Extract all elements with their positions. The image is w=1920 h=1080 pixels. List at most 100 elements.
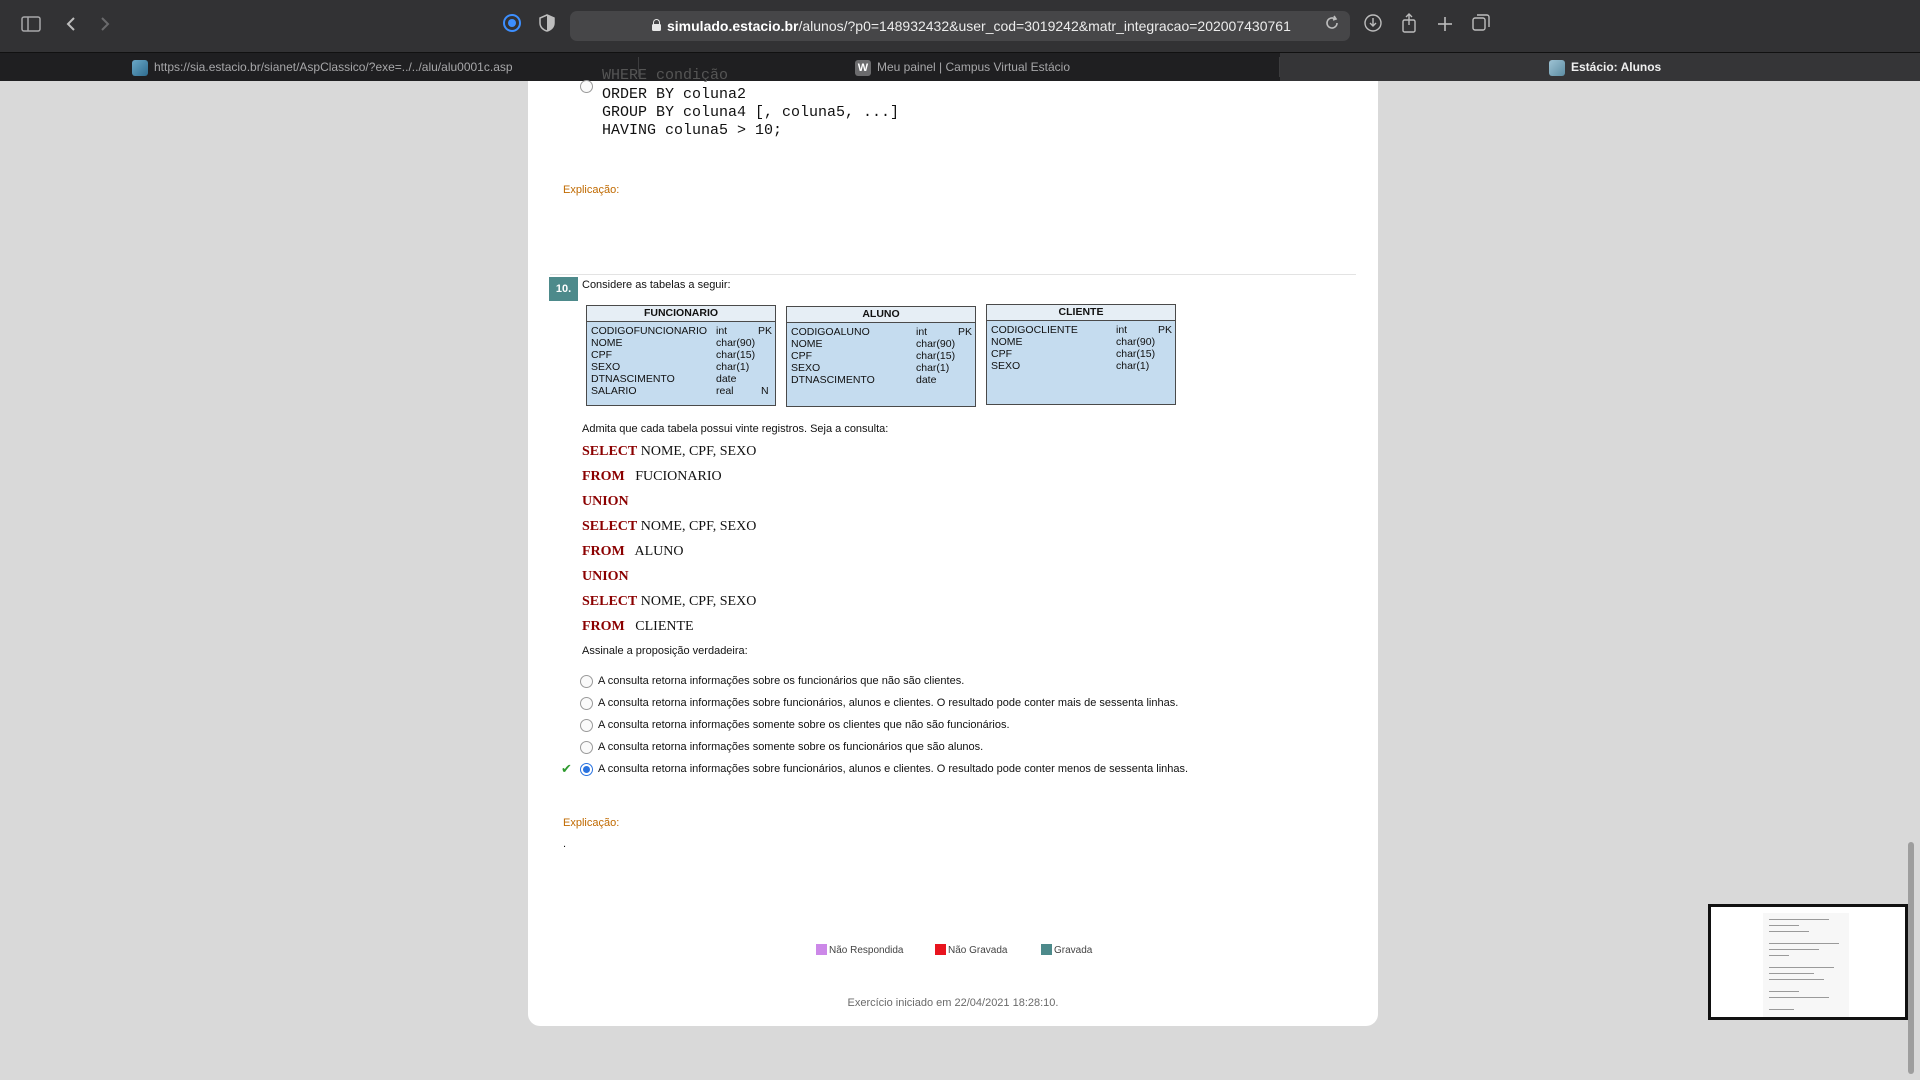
extension-icon[interactable] (499, 13, 525, 39)
column-type: char(1) (716, 361, 750, 373)
question-premise: Admita que cada tabela possui vinte regi… (582, 423, 889, 435)
tab-overview-icon[interactable] (1468, 13, 1494, 39)
question-instruction: Assinale a proposição verdadeira: (582, 645, 748, 657)
option-text-4[interactable]: A consulta retorna informações somente s… (598, 741, 983, 753)
explanation-label: Explicação: (563, 184, 620, 196)
column-name: NOME (791, 338, 823, 350)
option-text-5[interactable]: A consulta retorna informações sobre fun… (598, 763, 1188, 775)
browser-toolbar: simulado.estacio.br/alunos/?p0=148932432… (0, 0, 1920, 52)
code-line: GROUP BY coluna4 [, coluna5, ...] (602, 104, 900, 121)
column-name: CPF (991, 348, 1012, 360)
sql-line: UNION (582, 569, 629, 584)
column-name: SEXO (791, 362, 821, 374)
forward-icon[interactable] (92, 13, 118, 39)
column-type: char(15) (916, 350, 956, 362)
column-type: date (916, 374, 937, 386)
sidebar-toggle-icon[interactable] (18, 13, 44, 39)
sql-line: SELECT NOME, CPF, SEXO (582, 594, 757, 609)
page-thumbnail[interactable] (1708, 904, 1908, 1020)
legend-swatch (935, 944, 946, 955)
exercise-started-text: Exercício iniciado em 22/04/2021 18:28:1… (847, 997, 1059, 1009)
privacy-shield-icon[interactable] (534, 13, 560, 39)
tab-sia[interactable]: https://sia.estacio.br/sianet/AspClassic… (132, 53, 513, 81)
reload-icon[interactable] (1324, 15, 1340, 35)
lock-icon (652, 19, 661, 31)
column-name: CODIGOFUNCIONARIO (591, 325, 708, 337)
sql-line: UNION (582, 494, 629, 509)
table-aluno: ALUNO CODIGOALUNO int PK NOME char(90) C… (786, 306, 976, 407)
legend-item-nao-gravada: Não Gravada (935, 944, 1007, 956)
table-title: CLIENTE (987, 305, 1175, 321)
legend-swatch (1041, 944, 1052, 955)
column-key: PK (758, 325, 773, 337)
table-title: ALUNO (787, 307, 975, 323)
column-type: int (1116, 324, 1128, 336)
explanation-label: Explicação: (563, 817, 620, 829)
prev-option-radio[interactable] (580, 80, 593, 93)
option-text-3[interactable]: A consulta retorna informações somente s… (598, 719, 1010, 731)
correct-check-icon: ✔ (561, 761, 572, 776)
table-funcionario: FUNCIONARIO CODIGOFUNCIONARIO int PK NOM… (586, 305, 776, 406)
estacio-favicon-icon (1549, 59, 1565, 76)
question-number-badge: 10. (549, 277, 578, 301)
exercise-card: WHERE condição ORDER BY coluna2 GROUP BY… (528, 67, 1378, 1026)
column-name: DTNASCIMENTO (591, 373, 675, 385)
code-line: ORDER BY coluna2 (602, 86, 747, 103)
tab-bar: https://sia.estacio.br/sianet/AspClassic… (0, 52, 1920, 81)
sql-line: SELECT NOME, CPF, SEXO (582, 444, 757, 459)
column-name: CPF (591, 349, 612, 361)
address-bar[interactable]: simulado.estacio.br/alunos/?p0=148932432… (570, 11, 1350, 41)
legend-swatch (816, 944, 827, 955)
column-type: char(90) (916, 338, 956, 350)
tab-campus-virtual[interactable]: W Meu painel | Campus Virtual Estácio (855, 53, 1070, 81)
question-divider (550, 274, 1356, 275)
column-name: SEXO (991, 360, 1021, 372)
column-type: char(90) (716, 337, 756, 349)
question-intro: Considere as tabelas a seguir: (582, 279, 731, 291)
explanation-text: . (563, 838, 567, 850)
column-key: PK (1158, 324, 1173, 336)
column-type: real (716, 385, 734, 397)
column-type: int (916, 326, 928, 338)
legend-item-nao-respondida: Não Respondida (816, 944, 904, 956)
table-title: FUNCIONARIO (587, 306, 775, 322)
w-favicon-icon: W (855, 59, 871, 76)
share-icon[interactable] (1396, 13, 1422, 39)
tab-estacio-alunos[interactable]: Estácio: Alunos (1280, 53, 1920, 81)
option-radio-4[interactable] (580, 741, 593, 754)
back-icon[interactable] (58, 13, 84, 39)
table-cliente: CLIENTE CODIGOCLIENTE int PK NOME char(9… (986, 304, 1176, 405)
option-radio-1[interactable] (580, 675, 593, 688)
sql-line: FROM ALUNO (582, 544, 684, 559)
legend-item-gravada: Gravada (1041, 944, 1092, 956)
column-type: char(15) (716, 349, 756, 361)
sql-line: SELECT NOME, CPF, SEXO (582, 519, 757, 534)
column-type: int (716, 325, 728, 337)
column-name: NOME (591, 337, 623, 349)
column-type: char(1) (1116, 360, 1150, 372)
option-text-2[interactable]: A consulta retorna informações sobre fun… (598, 697, 1178, 709)
column-name: NOME (991, 336, 1023, 348)
option-text-1[interactable]: A consulta retorna informações sobre os … (598, 675, 964, 687)
column-key: N (761, 385, 769, 397)
sql-line: FROM FUCIONARIO (582, 469, 722, 484)
column-name: SALARIO (591, 385, 637, 397)
column-name: DTNASCIMENTO (791, 374, 875, 386)
option-radio-3[interactable] (580, 719, 593, 732)
column-name: CODIGOALUNO (791, 326, 870, 338)
column-type: char(90) (1116, 336, 1156, 348)
option-radio-2[interactable] (580, 697, 593, 710)
option-radio-5[interactable] (580, 763, 593, 776)
code-line: HAVING coluna5 > 10; (602, 122, 783, 139)
thumbnail-page (1763, 913, 1849, 1017)
column-name: CODIGOCLIENTE (991, 324, 1078, 336)
column-type: char(1) (916, 362, 950, 374)
new-tab-icon[interactable] (1432, 13, 1458, 39)
download-icon[interactable] (1360, 13, 1386, 39)
column-key: PK (958, 326, 973, 338)
column-type: date (716, 373, 737, 385)
column-name: CPF (791, 350, 812, 362)
sia-favicon-icon (132, 59, 148, 76)
vertical-scrollbar[interactable] (1908, 842, 1914, 1074)
code-line: WHERE condição (602, 67, 729, 84)
